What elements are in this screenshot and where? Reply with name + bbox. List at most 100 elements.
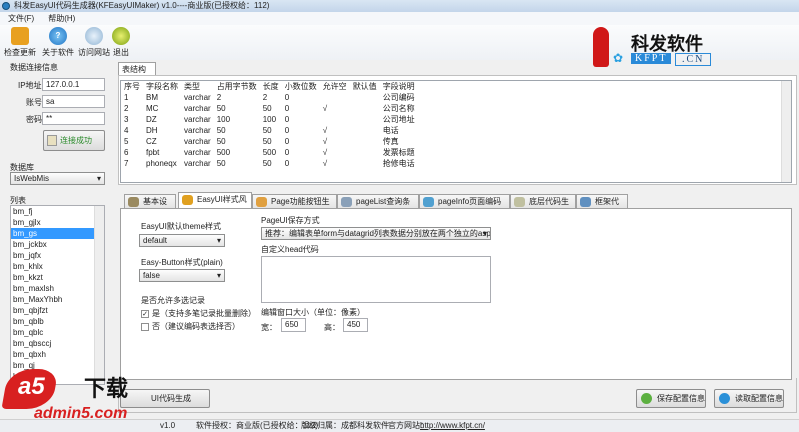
table-row[interactable]: 2 MC varchar 50 50 0 √ 公司名称 (121, 103, 418, 114)
tab-6[interactable]: 框架代码 (576, 194, 628, 220)
list-item[interactable]: bm_qblb (11, 316, 104, 327)
table-cell: 2 (216, 93, 222, 102)
generate-label: UI代码生成 (151, 394, 191, 403)
save-mode-select[interactable]: 推荐：编辑表单form与datagrid列表数据分别放在两个独立的aspx页 (261, 227, 491, 240)
column-header[interactable]: 长度 (260, 81, 282, 92)
label: 退出 (113, 48, 129, 57)
list-item[interactable]: bm_fj (11, 206, 104, 217)
table-cell: varchar (184, 93, 211, 102)
visit-site-button[interactable]: 访问网站 (78, 27, 110, 58)
table-list[interactable]: bm_fj bm_gjlx bm_gs bm_jckbx bm_jqfx bm_khlx b… (10, 205, 105, 385)
table-scrollbar[interactable] (781, 81, 791, 182)
list-scrollbar[interactable] (94, 206, 104, 384)
plain-select[interactable]: false (139, 269, 225, 282)
table-cell: 2 (262, 93, 268, 102)
tab-2[interactable]: Page功能按钮生成 (252, 194, 337, 220)
table-cell: 500 (216, 148, 231, 157)
table-cell: varchar (184, 137, 211, 146)
connect-label: 连接成功 (60, 136, 92, 145)
table-row[interactable]: 4 DH varchar 50 50 0 √ 电话 (121, 125, 418, 136)
tab-icon (341, 197, 352, 207)
column-header[interactable]: 字段名称 (143, 81, 181, 92)
table-cell: 0 (284, 115, 290, 124)
title-bar: 科发EasyUI代码生成器(KFEasyUIMaker) v1.0----商业版… (0, 0, 799, 12)
tab-4[interactable]: pageInfo页面编码表 (419, 194, 510, 220)
table-cell: CZ (146, 137, 157, 146)
theme-select[interactable]: default (139, 234, 225, 247)
menu-file[interactable]: 文件(F) (8, 14, 34, 23)
column-header[interactable]: 占用字节数 (214, 81, 260, 92)
database-select[interactable]: IsWebMis (10, 172, 105, 185)
table-cell: √ (322, 126, 328, 135)
table-cell: 50 (262, 104, 272, 113)
menu-bar: 文件(F) 帮助(H) (0, 12, 799, 25)
connect-button[interactable]: 连接成功 (43, 130, 105, 151)
width-input[interactable]: 650 (281, 318, 306, 332)
multi-yes-checkbox[interactable]: ✓ 是（支持多笔记录批量删除） (141, 308, 256, 319)
table-row[interactable]: 1 BM varchar 2 2 0 公司编码 (121, 92, 418, 103)
column-header[interactable]: 允许空 (320, 81, 350, 92)
table-cell: 0 (284, 137, 290, 146)
tab-3[interactable]: pageList查询条件 (337, 194, 419, 220)
list-item[interactable]: bm_qbxh (11, 349, 104, 360)
label: 访问网站 (78, 48, 110, 57)
table-cell: varchar (184, 126, 211, 135)
list-item[interactable]: bm_kkzt (11, 272, 104, 283)
list-item[interactable]: bm_gjlx (11, 217, 104, 228)
about-button[interactable]: ? 关于软件 (42, 27, 74, 58)
list-item[interactable]: bm_qbjfzt (11, 305, 104, 316)
refresh-icon (719, 393, 730, 404)
table-row[interactable]: 5 CZ varchar 50 50 0 √ 传真 (121, 136, 418, 147)
table-cell: 电话 (382, 126, 399, 135)
status-version: v1.0 (160, 421, 176, 430)
column-header[interactable]: 默认值 (350, 81, 380, 92)
list-item[interactable]: bm_qblc (11, 327, 104, 338)
table-cell: 5 (124, 137, 129, 146)
tab-1[interactable]: EasyUI样式风格 (178, 192, 252, 218)
tab-table-structure[interactable]: 表结构(9) (118, 62, 156, 87)
structure-table: 序号 字段名称 类型 占用字节数 长度 小数位数 允许空 默认值 字段说明 1 BM varchar 2… (120, 80, 792, 183)
tab-0[interactable]: 基本设置 (124, 194, 176, 220)
list-item[interactable]: bm_jckbx (11, 239, 104, 250)
table-cell: 4 (124, 126, 129, 135)
list-item[interactable]: bm_qbsccj (11, 338, 104, 349)
multi-no-checkbox[interactable]: 否（建议编码表选择否） (141, 321, 240, 332)
tab-5[interactable]: 底层代码生成 (510, 194, 576, 220)
list-item[interactable]: bm_khlx (11, 261, 104, 272)
status-site-link[interactable]: http://www.kfpt.cn/ (420, 420, 485, 432)
table-cell: 传真 (382, 137, 399, 146)
table-row[interactable]: 7 phoneqx varchar 50 50 0 √ 抢修电话 (121, 158, 418, 169)
ip-input[interactable]: 127.0.0.1 (42, 78, 105, 91)
menu-help[interactable]: 帮助(H) (48, 14, 75, 23)
table-cell: varchar (184, 115, 211, 124)
password-label: 密码 (26, 115, 42, 124)
brand-logo: ✿ 科发软件 KFPT .CN (585, 25, 785, 70)
table-row[interactable]: 3 DZ varchar 100 100 0 公司地址 (121, 114, 418, 125)
height-input[interactable]: 450 (343, 318, 368, 332)
logo-domain: .CN (675, 53, 712, 66)
watermark-logo: a5 下载 admin5.com (0, 365, 155, 432)
list-item[interactable]: bm_MaxYhbh (11, 294, 104, 305)
tab-icon (514, 197, 525, 207)
tab-icon (423, 197, 434, 207)
exit-button[interactable]: 退出 (112, 27, 130, 58)
table-cell: 2 (124, 104, 129, 113)
table-cell (350, 136, 380, 147)
list-item[interactable]: bm_gs (11, 228, 104, 239)
user-input[interactable]: sa (42, 95, 105, 108)
tab-icon (580, 197, 591, 207)
column-header[interactable]: 小数位数 (282, 81, 320, 92)
list-item[interactable]: bm_maxlsh (11, 283, 104, 294)
load-config-button[interactable]: 读取配置信息 (714, 389, 784, 408)
column-header[interactable]: 类型 (181, 81, 214, 92)
column-header[interactable]: 序号 (121, 81, 143, 92)
save-config-button[interactable]: 保存配置信息 (636, 389, 706, 408)
table-cell: 0 (284, 93, 290, 102)
list-item[interactable]: bm_jqfx (11, 250, 104, 261)
table-row[interactable]: 6 fpbt varchar 500 500 0 √ 发票标题 (121, 147, 418, 158)
table-cell (350, 114, 380, 125)
head-code-textarea[interactable] (261, 256, 491, 303)
password-input[interactable]: ** (42, 112, 105, 125)
check-update-button[interactable]: 检查更新 (4, 27, 36, 58)
column-header[interactable]: 字段说明 (380, 81, 418, 92)
